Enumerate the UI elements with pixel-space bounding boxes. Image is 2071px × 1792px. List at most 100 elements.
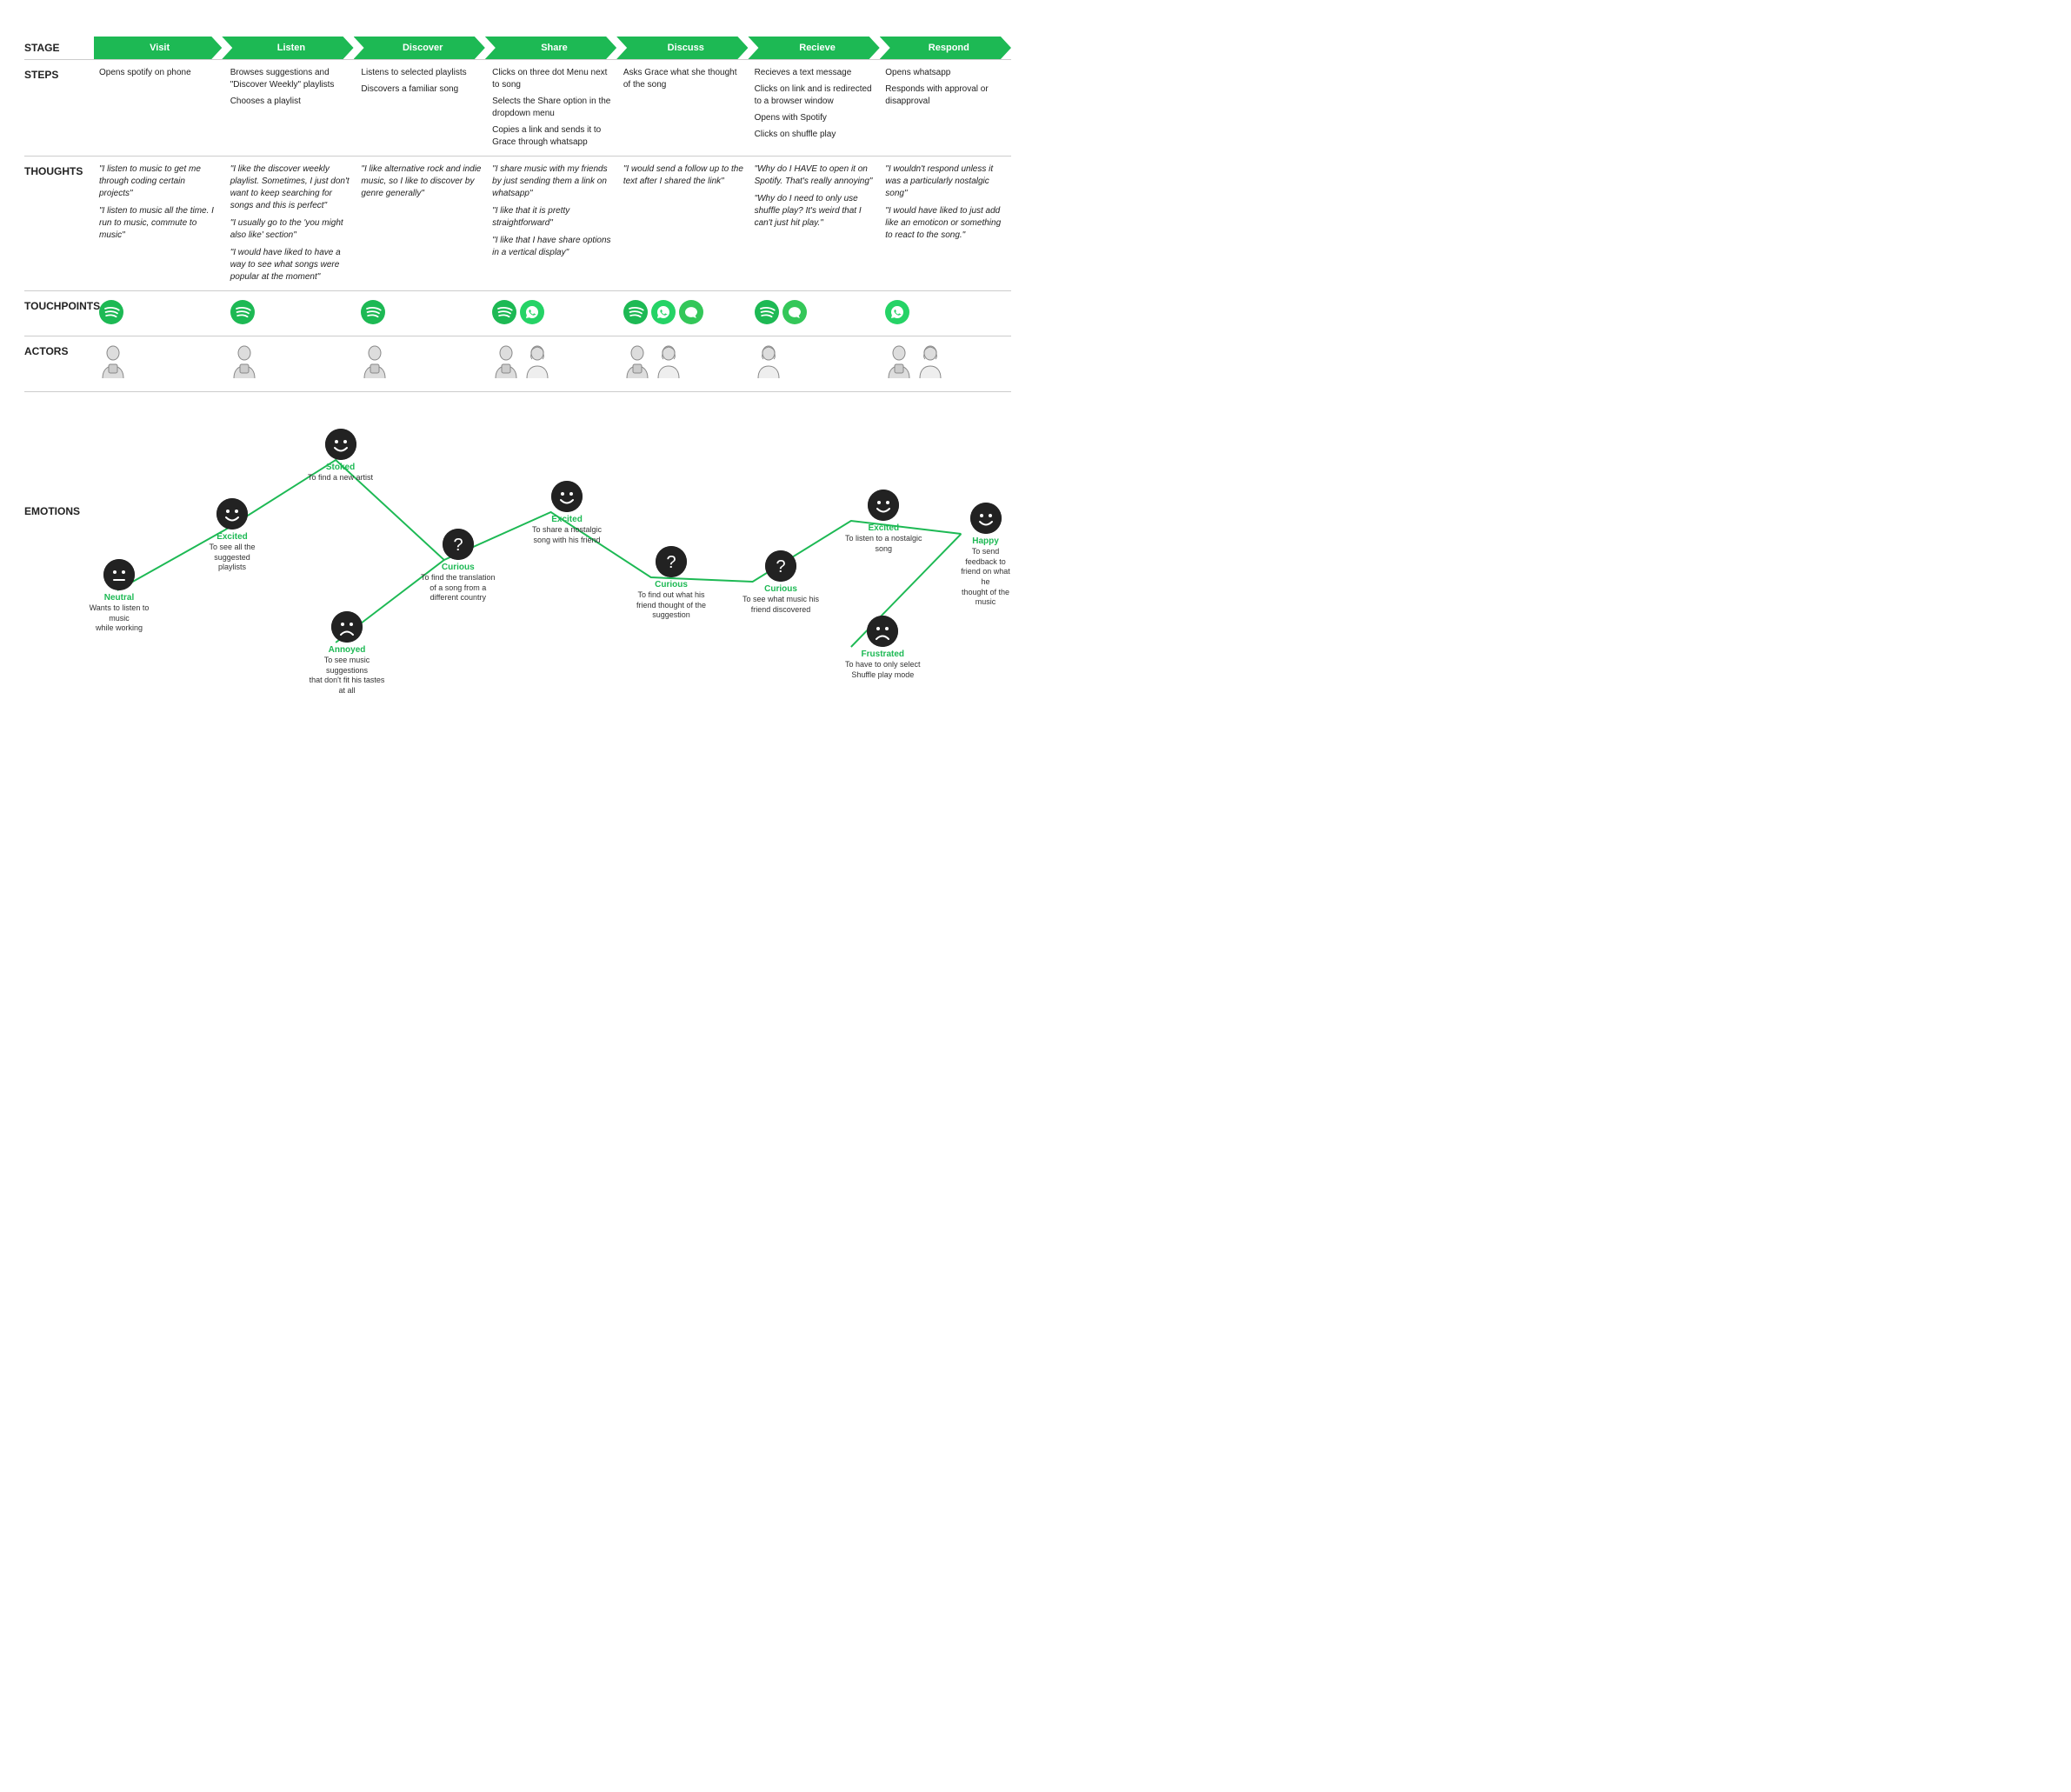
emotion-label-text: Excited bbox=[216, 532, 248, 543]
emotions-section: EMOTIONS Neutral Wants to listen to musi… bbox=[24, 401, 1011, 696]
emotion-node-excited: Excited To listen to a nostalgicsong bbox=[845, 490, 922, 554]
person-male-icon bbox=[492, 345, 520, 380]
thoughts-cell-6: "I wouldn't respond unless it was a part… bbox=[880, 157, 1011, 291]
touchpoints-cell-0 bbox=[94, 291, 225, 336]
stage-respond: Respond bbox=[880, 37, 1011, 59]
steps-cell-4: Asks Grace what she thought of the song bbox=[618, 60, 749, 157]
steps-cell-1: Browses suggestions and "Discover Weekly… bbox=[225, 60, 356, 157]
touchpoints-label: TOUCHPOINTS bbox=[24, 291, 94, 336]
emotion-node-curious: ? Curious To find the translationof a so… bbox=[421, 529, 496, 603]
whatsapp-icon bbox=[885, 300, 909, 324]
touchpoints-cell-5 bbox=[749, 291, 881, 336]
person-female-icon bbox=[523, 345, 551, 380]
emotion-label-text: Happy bbox=[972, 536, 999, 547]
person-female-icon bbox=[916, 345, 944, 380]
emotion-desc-text: To find out what hisfriend thought of th… bbox=[636, 590, 706, 621]
emotion-label-text: Annoyed bbox=[329, 645, 366, 656]
emotion-face bbox=[868, 490, 899, 521]
stage-label: STAGE bbox=[24, 37, 94, 54]
steps-cell-0: Opens spotify on phone bbox=[94, 60, 225, 157]
steps-cell-6: Opens whatsappResponds with approval or … bbox=[880, 60, 1011, 157]
emotions-label: EMOTIONS bbox=[24, 505, 80, 517]
actors-cell-2 bbox=[356, 336, 487, 392]
spotify-icon bbox=[623, 300, 648, 324]
whatsapp-icon bbox=[651, 300, 676, 324]
emotion-node-curious: ? Curious To find out what hisfriend tho… bbox=[636, 546, 706, 621]
actors-cell-3 bbox=[487, 336, 618, 392]
steps-cell-5: Recieves a text messageClicks on link an… bbox=[749, 60, 881, 157]
emotion-label-text: Stoked bbox=[326, 463, 355, 473]
emotion-desc-text: To find a new artist bbox=[308, 473, 373, 483]
emotion-desc-text: To see music suggestionsthat don't fit h… bbox=[308, 656, 386, 696]
touchpoints-cell-3 bbox=[487, 291, 618, 336]
emotion-label-text: Excited bbox=[551, 515, 583, 525]
emotion-face: ? bbox=[656, 546, 687, 577]
emotion-desc-text: To share a nostalgicsong with his friend bbox=[532, 525, 602, 545]
touchpoints-cell-4 bbox=[618, 291, 749, 336]
thoughts-cell-1: "I like the discover weekly playlist. So… bbox=[225, 157, 356, 291]
emotion-desc-text: To find the translationof a song from ad… bbox=[421, 573, 496, 603]
messages-icon bbox=[679, 300, 703, 324]
person-male-icon bbox=[361, 345, 389, 380]
emotion-desc-text: To have to only selectShuffle play mode bbox=[845, 660, 921, 680]
spotify-icon bbox=[361, 300, 385, 324]
stages-container: VisitListenDiscoverShareDiscussRecieveRe… bbox=[94, 37, 1011, 59]
emotion-desc-text: To listen to a nostalgicsong bbox=[845, 534, 922, 554]
emotion-label-text: Excited bbox=[868, 523, 899, 534]
stage-visit: Visit bbox=[94, 37, 222, 59]
messages-icon bbox=[782, 300, 807, 324]
stage-listen: Listen bbox=[222, 37, 353, 59]
stage-share: Share bbox=[485, 37, 616, 59]
actors-cell-6 bbox=[880, 336, 1011, 392]
spotify-icon bbox=[755, 300, 779, 324]
steps-cell-2: Listens to selected playlistsDiscovers a… bbox=[356, 60, 487, 157]
emotion-label-text: Curious bbox=[764, 584, 797, 595]
emotion-face bbox=[103, 559, 135, 590]
emotions-chart: Neutral Wants to listen to musicwhile wo… bbox=[94, 401, 1011, 696]
stage-discover: Discover bbox=[354, 37, 485, 59]
thoughts-label: THOUGHTS bbox=[24, 157, 94, 291]
actors-label: ACTORS bbox=[24, 336, 94, 392]
emotion-node-happy: Happy To send feedback tofriend on what … bbox=[960, 503, 1011, 608]
actors-cell-4 bbox=[618, 336, 749, 392]
thoughts-cell-5: "Why do I HAVE to open it on Spotify. Th… bbox=[749, 157, 881, 291]
touchpoints-cell-1 bbox=[225, 291, 356, 336]
emotion-desc-text: To see all the suggestedplaylists bbox=[193, 543, 271, 573]
emotion-face bbox=[551, 481, 583, 512]
svg-text:?: ? bbox=[666, 553, 676, 572]
emotion-label-text: Frustrated bbox=[862, 650, 904, 660]
emotion-node-stoked: Stoked To find a new artist bbox=[308, 429, 373, 483]
stage-row: STAGE VisitListenDiscoverShareDiscussRec… bbox=[24, 37, 1011, 59]
person-male-icon bbox=[623, 345, 651, 380]
emotion-desc-text: To send feedback tofriend on what hethou… bbox=[960, 547, 1011, 608]
thoughts-cell-3: "I share music with my friends by just s… bbox=[487, 157, 618, 291]
person-male-icon bbox=[885, 345, 913, 380]
svg-text:?: ? bbox=[776, 557, 785, 576]
emotion-node-excited: Excited To see all the suggestedplaylist… bbox=[193, 498, 271, 573]
person-female-icon bbox=[655, 345, 683, 380]
emotion-face bbox=[867, 616, 898, 647]
emotion-node-frustrated: Frustrated To have to only selectShuffle… bbox=[845, 616, 921, 680]
emotion-node-curious: ? Curious To see what music hisfriend di… bbox=[742, 550, 819, 615]
emotion-node-annoyed: Annoyed To see music suggestionsthat don… bbox=[308, 611, 386, 696]
emotion-face bbox=[216, 498, 248, 530]
spotify-icon bbox=[230, 300, 255, 324]
journey-grid: STEPS Opens spotify on phone Browses sug… bbox=[24, 59, 1011, 392]
emotion-face bbox=[331, 611, 363, 643]
spotify-icon bbox=[492, 300, 516, 324]
emotion-node-neutral: Neutral Wants to listen to musicwhile wo… bbox=[80, 559, 158, 634]
steps-cell-3: Clicks on three dot Menu next to songSel… bbox=[487, 60, 618, 157]
stage-discuss: Discuss bbox=[616, 37, 748, 59]
svg-text:?: ? bbox=[453, 536, 463, 555]
emotion-desc-text: Wants to listen to musicwhile working bbox=[80, 603, 158, 634]
emotion-label-text: Curious bbox=[655, 580, 688, 590]
person-female-icon bbox=[755, 345, 782, 380]
actors-cell-5 bbox=[749, 336, 881, 392]
emotion-face bbox=[970, 503, 1002, 534]
actors-cell-0 bbox=[94, 336, 225, 392]
emotion-node-excited: Excited To share a nostalgicsong with hi… bbox=[532, 481, 602, 545]
person-male-icon bbox=[230, 345, 258, 380]
whatsapp-icon bbox=[520, 300, 544, 324]
emotion-face: ? bbox=[443, 529, 474, 560]
thoughts-cell-0: "I listen to music to get me through cod… bbox=[94, 157, 225, 291]
